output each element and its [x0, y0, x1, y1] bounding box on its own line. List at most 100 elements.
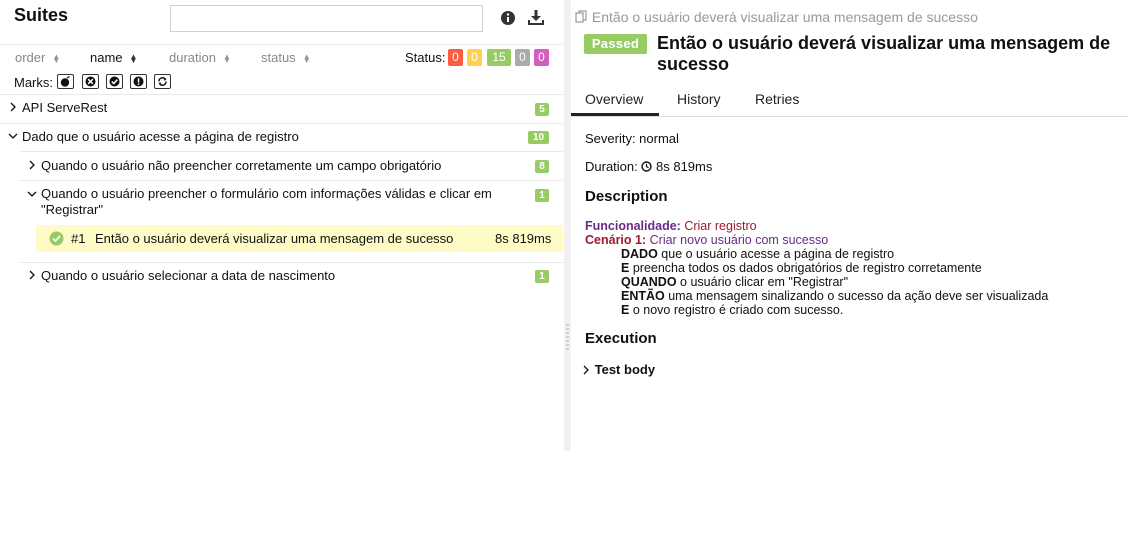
- sort-arrows-icon: ▲ ▼: [52, 51, 61, 65]
- tree-item-label: Dado que o usuário acesse a página de re…: [22, 129, 299, 144]
- divider: [20, 180, 563, 181]
- sort-status-label: status: [261, 50, 296, 65]
- step-keyword: QUANDO: [621, 275, 677, 289]
- count-badge: 1: [535, 270, 549, 283]
- tree-item-label: API ServeRest: [22, 100, 108, 115]
- chevron-down-icon: [27, 191, 37, 197]
- severity-field: Severity: normal: [585, 131, 679, 146]
- breadcrumb: Então o usuário deverá visualizar uma me…: [575, 9, 978, 25]
- new-failed-icon: [85, 76, 96, 87]
- tree-item-label-line2: "Registrar": [41, 202, 103, 217]
- status-unknown-badge[interactable]: 0: [534, 49, 549, 66]
- feature-name: Criar registro: [684, 219, 757, 233]
- feature-keyword: Funcionalidade:: [585, 219, 681, 233]
- status-badge: Passed: [584, 34, 647, 54]
- chevron-right-icon: [29, 160, 35, 170]
- tree-item-label: Quando o usuário não preencher corretame…: [41, 158, 442, 173]
- step-line: E preencha todos os dados obrigatórios d…: [585, 261, 1048, 275]
- sort-arrows-icon: ▲ ▼: [302, 51, 311, 65]
- retries-icon: [158, 77, 167, 86]
- count-badge: 10: [528, 131, 549, 144]
- step-keyword: DADO: [621, 247, 658, 261]
- divider: [571, 116, 1128, 117]
- new-passed-icon: [109, 76, 120, 87]
- status-passed-badge[interactable]: 15: [487, 49, 511, 66]
- test-duration: 8s 819ms: [495, 231, 552, 246]
- status-skipped-badge[interactable]: 0: [515, 49, 530, 66]
- count-badge: 8: [535, 160, 549, 173]
- step-keyword: E: [621, 261, 630, 275]
- sort-arrows-icon: ▲ ▼: [129, 51, 138, 65]
- new-passed-mark-button[interactable]: [106, 74, 123, 89]
- duration-value: 8s 819ms: [656, 159, 713, 174]
- suites-panel: Suites order ▲ ▼ name ▲ ▼ duration ▲ ▼ status ▲…: [0, 0, 563, 451]
- passed-check-icon: [49, 231, 64, 246]
- copy-icon[interactable]: [575, 10, 588, 23]
- step-keyword: ENTÃO: [621, 289, 665, 303]
- pane-resizer[interactable]: [564, 0, 571, 451]
- chevron-right-icon: [29, 270, 35, 280]
- divider: [20, 151, 563, 152]
- new-broken-icon: [133, 76, 144, 87]
- sort-status[interactable]: status ▲ ▼: [261, 50, 311, 65]
- flaky-icon: [60, 76, 70, 87]
- tab-overview[interactable]: Overview: [585, 91, 643, 107]
- execution-heading: Execution: [585, 330, 657, 347]
- new-broken-mark-button[interactable]: [130, 74, 147, 89]
- divider: [0, 123, 563, 124]
- tree-item-label: Quando o usuário selecionar a data de na…: [41, 268, 336, 283]
- divider: [20, 262, 563, 263]
- tab-retries[interactable]: Retries: [755, 91, 799, 107]
- count-badge: 1: [535, 189, 549, 202]
- duration-field: Duration: 8s 819ms: [585, 159, 712, 174]
- breadcrumb-label: Então o usuário deverá visualizar uma me…: [591, 9, 978, 25]
- step-line: E o novo registro é criado com sucesso.: [585, 303, 1048, 317]
- download-icon[interactable]: [527, 9, 545, 27]
- sort-duration[interactable]: duration ▲ ▼: [169, 50, 231, 65]
- flaky-mark-button[interactable]: [57, 74, 74, 89]
- step-text: que o usuário acesse a página de registr…: [661, 247, 895, 261]
- suites-title: Suites: [14, 5, 69, 25]
- test-body-toggle[interactable]: Test body: [581, 362, 655, 377]
- test-label: Então o usuário deverá visualizar uma me…: [95, 231, 454, 246]
- test-details-panel: Então o usuário deverá visualizar uma me…: [571, 0, 1128, 451]
- description-body: Funcionalidade: Criar registro Cenário 1…: [585, 219, 1048, 317]
- sort-name-label: name: [90, 50, 123, 65]
- new-failed-mark-button[interactable]: [82, 74, 99, 89]
- info-icon[interactable]: [499, 9, 517, 27]
- sort-arrows-icon: ▲ ▼: [222, 51, 231, 65]
- divider: [0, 44, 563, 45]
- tree-item-label-line1: Quando o usuário preencher o formulário …: [41, 186, 492, 201]
- scenario-keyword: Cenário 1:: [585, 233, 647, 247]
- description-heading: Description: [585, 188, 668, 205]
- resize-grip-icon: [566, 324, 569, 350]
- divider: [0, 94, 563, 95]
- step-line: QUANDO o usuário clicar em "Registrar": [585, 275, 1048, 289]
- page-title: Então o usuário deverá visualizar uma me…: [657, 33, 1111, 74]
- step-text: preencha todos os dados obrigatórios de …: [632, 261, 982, 275]
- count-badge: 5: [535, 103, 549, 116]
- status-label: Status:: [405, 50, 446, 65]
- step-text: uma mensagem sinalizando o sucesso da aç…: [668, 289, 1049, 303]
- tab-history[interactable]: History: [677, 91, 721, 107]
- search-input[interactable]: [170, 5, 483, 32]
- step-text: o usuário clicar em "Registrar": [680, 275, 849, 289]
- sort-order[interactable]: order ▲ ▼: [15, 50, 60, 65]
- status-failed-badge[interactable]: 0: [448, 49, 463, 66]
- test-case-row[interactable]: #1 Então o usuário deverá visualizar uma…: [36, 225, 563, 252]
- clock-icon: [641, 161, 653, 172]
- test-body-label: Test body: [594, 362, 656, 377]
- chevron-right-icon: [10, 102, 16, 112]
- chevron-right-icon: [583, 365, 589, 375]
- step-line: DADO que o usuário acesse a página de re…: [585, 247, 1048, 261]
- scenario-name: Criar novo usuário com sucesso: [649, 233, 829, 247]
- step-keyword: E: [621, 303, 630, 317]
- retries-mark-button[interactable]: [154, 74, 171, 89]
- sort-duration-label: duration: [169, 50, 216, 65]
- marks-label: Marks:: [14, 75, 53, 90]
- step-line: ENTÃO uma mensagem sinalizando o sucesso…: [585, 289, 1048, 303]
- test-number: #1: [71, 231, 86, 246]
- duration-label: Duration:: [585, 159, 638, 174]
- status-broken-badge[interactable]: 0: [467, 49, 482, 66]
- sort-name[interactable]: name ▲ ▼: [90, 50, 137, 65]
